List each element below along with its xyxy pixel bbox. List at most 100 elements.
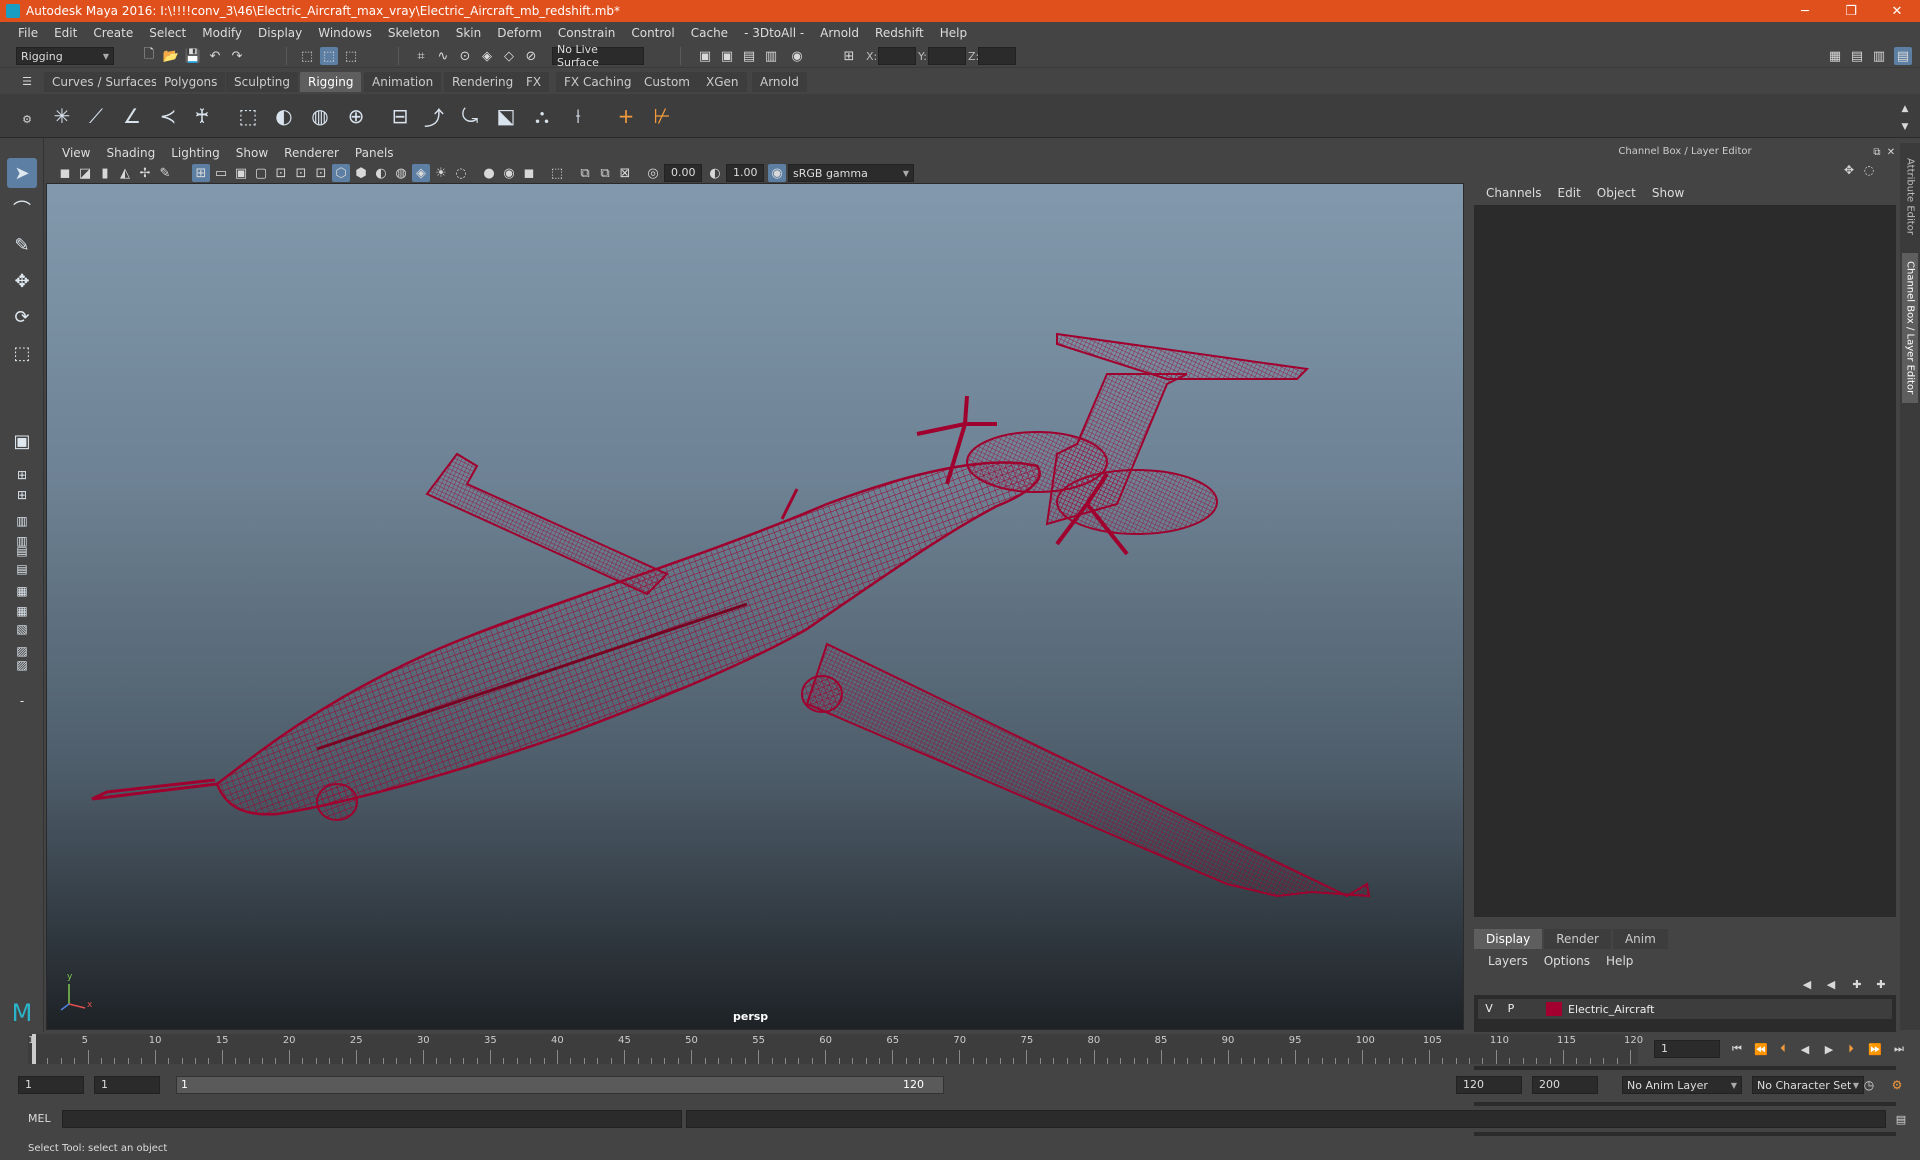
- render-view-icon[interactable]: ◉: [788, 47, 806, 65]
- gate-mask-icon[interactable]: ▢: [252, 164, 270, 182]
- more-layouts-icon[interactable]: -: [9, 692, 35, 710]
- menu-redshift[interactable]: Redshift: [867, 26, 932, 40]
- snap-grid-icon[interactable]: ⌗: [412, 47, 430, 65]
- menu-skin[interactable]: Skin: [448, 26, 490, 40]
- ik-spline-icon[interactable]: ∠: [118, 102, 146, 130]
- shelf-options-icon[interactable]: ⚙: [18, 110, 36, 128]
- menu-file[interactable]: File: [10, 26, 46, 40]
- script-editor-icon[interactable]: ▤: [1892, 1110, 1910, 1128]
- snap-live-icon[interactable]: ⊘: [522, 47, 540, 65]
- exposure-icon[interactable]: ◎: [644, 164, 662, 182]
- xray-icon[interactable]: ⧉: [576, 164, 594, 182]
- time-slider[interactable]: 1510152025303540455055606570758085909510…: [0, 1032, 1920, 1066]
- animation-preferences-icon[interactable]: ⚙: [1888, 1076, 1906, 1094]
- paint-weights-icon[interactable]: ◐: [270, 102, 298, 130]
- shelf-tab-arnold[interactable]: Arnold: [752, 72, 807, 92]
- bind-skin-icon[interactable]: ⬚: [234, 102, 262, 130]
- orient-constraint-icon[interactable]: ⤿: [456, 102, 484, 130]
- color-management-icon[interactable]: ◉: [768, 164, 786, 182]
- shelf-tab-curves-surfaces[interactable]: Curves / Surfaces: [44, 72, 166, 92]
- panel-menu-panels[interactable]: Panels: [347, 146, 402, 160]
- shelf-scroll-up-icon[interactable]: ▲: [1896, 100, 1914, 118]
- persp-outliner-layout-icon[interactable]: ▥: [9, 512, 35, 530]
- isolate-select-icon[interactable]: ⬚: [548, 164, 566, 182]
- lattice-icon[interactable]: ◍: [306, 102, 334, 130]
- auto-key-icon[interactable]: ◷: [1860, 1076, 1878, 1094]
- current-frame-marker[interactable]: [32, 1034, 36, 1064]
- shelf-tab-sculpting[interactable]: Sculpting: [226, 72, 299, 92]
- safe-title-icon[interactable]: ⊡: [312, 164, 330, 182]
- snap-surface-icon[interactable]: ◇: [500, 47, 518, 65]
- close-panel-icon[interactable]: ✕: [1882, 143, 1900, 161]
- move-layer-down-icon[interactable]: ◀: [1822, 975, 1840, 993]
- lasso-tool-icon[interactable]: ⌒: [7, 194, 37, 224]
- node-editor-layout-icon[interactable]: ▧: [9, 620, 35, 638]
- menu-select[interactable]: Select: [141, 26, 194, 40]
- bookmark-icon[interactable]: ▮: [96, 164, 114, 182]
- tab-render[interactable]: Render: [1544, 929, 1611, 949]
- shelf-tab-fx-caching[interactable]: FX Caching: [556, 72, 640, 92]
- tab-display[interactable]: Display: [1474, 929, 1543, 949]
- panel-menu-lighting[interactable]: Lighting: [163, 146, 228, 160]
- menu-set-dropdown[interactable]: Rigging ▼: [16, 47, 114, 65]
- ik-handle-icon[interactable]: ⟋: [82, 102, 110, 130]
- wireframe-on-shaded-icon[interactable]: ◐: [372, 164, 390, 182]
- select-tool-icon[interactable]: ➤: [7, 158, 37, 188]
- channel-box-menu-show[interactable]: Show: [1644, 186, 1692, 200]
- parent-constraint-icon[interactable]: ⛬: [528, 102, 556, 130]
- shelf-tab-animation[interactable]: Animation: [364, 72, 442, 92]
- single-perspective-layout-icon[interactable]: ▣: [7, 426, 37, 456]
- playback-end-field[interactable]: 120: [1456, 1076, 1522, 1094]
- speed-icon[interactable]: ◌: [1860, 161, 1878, 179]
- safe-action-icon[interactable]: ⊡: [292, 164, 310, 182]
- go-to-start-icon[interactable]: ⏮: [1728, 1040, 1746, 1058]
- command-input[interactable]: [62, 1110, 682, 1128]
- resolution-gate-icon[interactable]: ▣: [232, 164, 250, 182]
- select-component-icon[interactable]: ⬚: [342, 47, 360, 65]
- layer-menu-layers[interactable]: Layers: [1480, 954, 1536, 968]
- channel-box-content[interactable]: [1474, 205, 1896, 917]
- render-current-icon[interactable]: ▣: [696, 47, 714, 65]
- hypershade-layout-icon[interactable]: ▦: [9, 602, 35, 620]
- view-transform-dropdown[interactable]: sRGB gamma ▼: [788, 164, 914, 182]
- go-to-end-icon[interactable]: ⏭: [1890, 1040, 1908, 1058]
- menu-create[interactable]: Create: [85, 26, 141, 40]
- joint-tool-icon[interactable]: ✳: [48, 102, 76, 130]
- field-chart-icon[interactable]: ⊡: [272, 164, 290, 182]
- use-all-lights-icon[interactable]: ◈: [412, 164, 430, 182]
- menu-cache[interactable]: Cache: [683, 26, 736, 40]
- menu-edit[interactable]: Edit: [46, 26, 85, 40]
- cluster-icon[interactable]: ⊕: [342, 102, 370, 130]
- channel-box-menu-object[interactable]: Object: [1589, 186, 1644, 200]
- menu-modify[interactable]: Modify: [194, 26, 250, 40]
- undo-icon[interactable]: ↶: [206, 47, 224, 65]
- snap-view-plane-icon[interactable]: ◈: [478, 47, 496, 65]
- rotate-tool-icon[interactable]: ⟳: [7, 302, 37, 332]
- new-layer-icon[interactable]: ✚: [1848, 975, 1866, 993]
- xray-joints-icon[interactable]: ⊠: [616, 164, 634, 182]
- menu-constrain[interactable]: Constrain: [550, 26, 624, 40]
- range-slider[interactable]: 1 120: [176, 1076, 944, 1094]
- scale-tool-icon[interactable]: ⬚: [7, 338, 37, 368]
- menu-3dtoall[interactable]: - 3DtoAll -: [736, 26, 812, 40]
- menu-help[interactable]: Help: [932, 26, 975, 40]
- side-by-side-layout-icon[interactable]: ⊞: [9, 486, 35, 504]
- shelf-tab-xgen[interactable]: XGen: [698, 72, 747, 92]
- layer-row[interactable]: V P Electric_Aircraft: [1478, 999, 1892, 1019]
- layer-playback-toggle[interactable]: P: [1500, 1000, 1522, 1018]
- outliner-icon[interactable]: ▤: [9, 542, 35, 560]
- motion-blur-icon[interactable]: ●: [480, 164, 498, 182]
- camera-select-icon[interactable]: ◼: [56, 164, 74, 182]
- transform-mode-icon[interactable]: ⊞: [840, 47, 858, 65]
- point-constraint-icon[interactable]: ⊟: [386, 102, 414, 130]
- shelf-tab-rendering[interactable]: Rendering: [444, 72, 522, 92]
- select-object-icon[interactable]: ⬚: [320, 47, 338, 65]
- restore-button[interactable]: ❐: [1828, 0, 1874, 22]
- shelf-tab-custom[interactable]: Custom: [636, 72, 698, 92]
- move-tool-icon[interactable]: ✥: [7, 266, 37, 296]
- x-coordinate-field[interactable]: [878, 47, 916, 65]
- select-hierarchy-icon[interactable]: ⬚: [298, 47, 316, 65]
- animation-end-field[interactable]: 200: [1532, 1076, 1598, 1094]
- snap-curve-icon[interactable]: ∿: [434, 47, 452, 65]
- shadows-icon[interactable]: ☀: [432, 164, 450, 182]
